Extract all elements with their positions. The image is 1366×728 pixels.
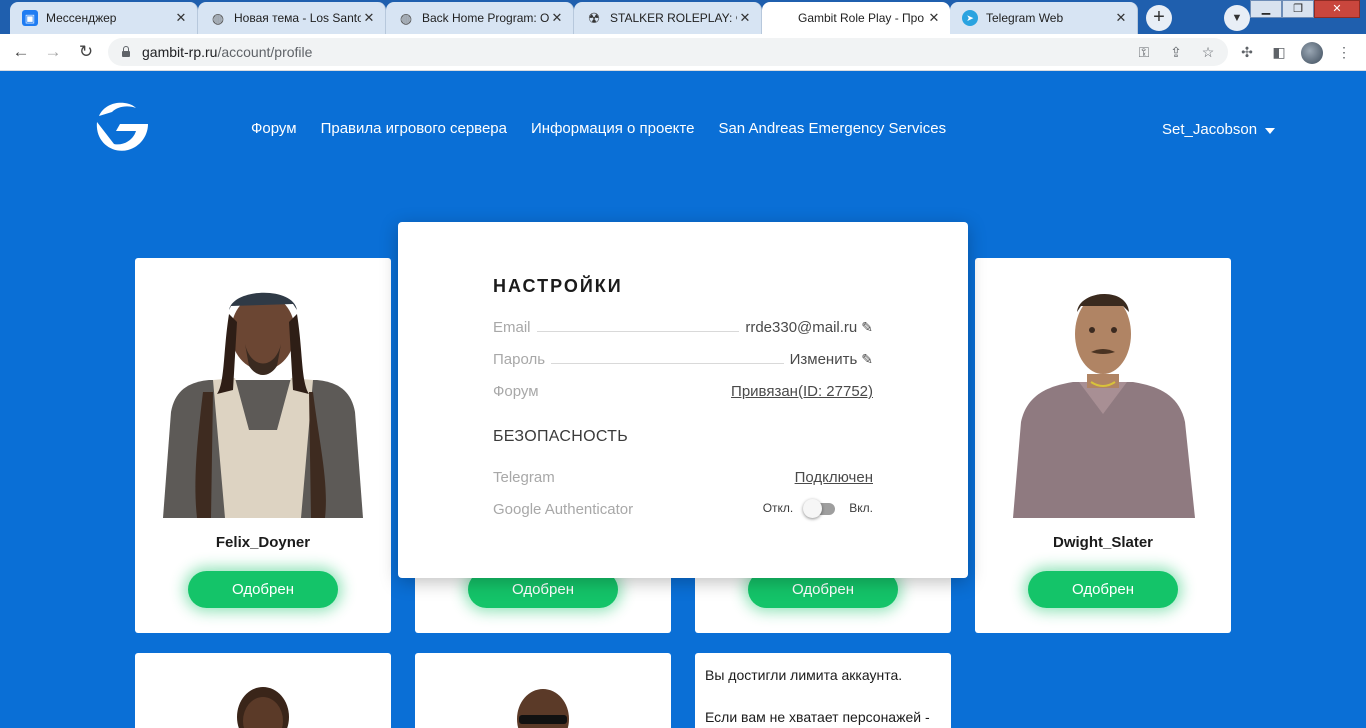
new-tab-button[interactable]: + bbox=[1146, 5, 1172, 31]
share-icon[interactable]: ⇪ bbox=[1166, 42, 1186, 62]
forum-label: Форум bbox=[493, 383, 539, 400]
email-label: Email bbox=[493, 319, 531, 336]
tab-title: STALKER ROLEPLAY: Фо bbox=[610, 11, 737, 25]
minimize-icon[interactable]: ▁ bbox=[1250, 0, 1282, 18]
browser-tab[interactable]: ☢ STALKER ROLEPLAY: Фо ✕ bbox=[574, 2, 762, 34]
status-badge[interactable]: Одобрен bbox=[1028, 571, 1178, 608]
forward-icon[interactable]: → bbox=[41, 40, 65, 64]
google-authenticator-row: Google Authenticator Откл. Вкл. bbox=[493, 496, 873, 518]
toggle-off-label: Откл. bbox=[762, 501, 794, 515]
globe-icon: ◍ bbox=[211, 9, 225, 26]
browser-tab-active[interactable]: Gambit Role Play - Про ✕ bbox=[762, 2, 950, 34]
close-icon[interactable]: ✕ bbox=[173, 10, 189, 26]
email-value: rrde330@mail.ru bbox=[745, 319, 858, 336]
limit-card: Вы достигли лимита аккаунта. Если вам не… bbox=[695, 653, 951, 728]
edit-email-icon[interactable]: ✎ bbox=[861, 319, 873, 336]
lock-icon[interactable] bbox=[120, 46, 132, 58]
close-icon[interactable]: ✕ bbox=[737, 10, 753, 26]
close-icon[interactable]: ✕ bbox=[361, 10, 377, 26]
tab-title: Мессенджер bbox=[46, 11, 117, 25]
nav-link-project-info[interactable]: Информация о проекте bbox=[531, 120, 694, 137]
extensions-icon[interactable]: ✣ bbox=[1237, 42, 1257, 62]
nav-link-forum[interactable]: Форум bbox=[251, 120, 297, 137]
browser-tab[interactable]: ▣ Мессенджер ✕ bbox=[10, 2, 198, 34]
character-name: Dwight_Slater bbox=[1052, 534, 1154, 551]
radiation-icon: ☢ bbox=[587, 9, 601, 26]
url-host: gambit-rp.ru bbox=[142, 44, 218, 60]
browser-tabstrip: ▣ Мессенджер ✕ ◍ Новая тема - Los Santos… bbox=[0, 0, 1366, 34]
back-icon[interactable]: ← bbox=[9, 40, 33, 64]
caret-down-icon bbox=[1265, 128, 1276, 134]
gambit-icon bbox=[774, 10, 790, 26]
row-divider bbox=[551, 363, 784, 364]
password-row: Пароль Изменить ✎ bbox=[493, 346, 873, 368]
browser-tab[interactable]: ➤ Telegram Web ✕ bbox=[950, 2, 1138, 34]
tab-title: Новая тема - Los Santos bbox=[234, 11, 361, 25]
tab-search-button[interactable]: ▼ bbox=[1224, 5, 1250, 31]
nav-link-saes[interactable]: San Andreas Emergency Services bbox=[718, 120, 946, 137]
character-portrait bbox=[163, 292, 363, 518]
browser-toolbar: ← → ↻ gambit-rp.ru/account/profile ⚿ ⇪ ☆… bbox=[0, 34, 1366, 71]
key-icon[interactable]: ⚿ bbox=[1134, 42, 1154, 62]
profile-avatar[interactable] bbox=[1301, 42, 1323, 64]
telegram-link[interactable]: Подключен bbox=[795, 469, 873, 486]
edit-password-icon[interactable]: ✎ bbox=[861, 351, 873, 368]
user-menu[interactable]: Set_Jacobson bbox=[1162, 121, 1276, 138]
character-portrait bbox=[1013, 293, 1195, 518]
google-authenticator-toggle[interactable] bbox=[803, 499, 839, 518]
google-authenticator-control: Откл. Вкл. bbox=[762, 499, 873, 518]
site-nav: Форум Правила игрового сервера Информаци… bbox=[251, 120, 946, 137]
menu-icon[interactable]: ⋮ bbox=[1334, 42, 1354, 62]
security-heading: БЕЗОПАСНОСТЬ bbox=[493, 428, 629, 445]
toggle-on-label: Вкл. bbox=[849, 501, 873, 515]
forum-row: Форум Привязан(ID: 27752) bbox=[493, 378, 873, 400]
telegram-icon: ➤ bbox=[962, 10, 978, 26]
character-portrait bbox=[517, 689, 569, 728]
password-label: Пароль bbox=[493, 351, 546, 368]
limit-message-line: Вы достигли лимита аккаунта. bbox=[705, 667, 903, 683]
star-icon[interactable]: ☆ bbox=[1198, 42, 1218, 62]
close-icon[interactable]: ✕ bbox=[549, 10, 565, 26]
close-icon[interactable]: ✕ bbox=[926, 10, 942, 26]
toggle-knob bbox=[803, 499, 823, 518]
limit-message-line: Если вам не хватает персонажей - bbox=[705, 709, 930, 725]
username: Set_Jacobson bbox=[1162, 121, 1258, 138]
reload-icon[interactable]: ↻ bbox=[74, 40, 98, 64]
url-path: /account/profile bbox=[217, 44, 313, 60]
browser-tab[interactable]: ◍ Back Home Program: О ✕ bbox=[386, 2, 574, 34]
character-card[interactable] bbox=[135, 653, 391, 728]
character-portrait bbox=[237, 687, 289, 728]
globe-icon: ◍ bbox=[399, 9, 413, 26]
character-name: Felix_Doyner bbox=[215, 534, 311, 551]
character-card[interactable]: Felix_Doyner Одобрен bbox=[135, 258, 391, 633]
address-bar[interactable]: gambit-rp.ru/account/profile bbox=[108, 38, 1228, 66]
status-badge[interactable]: Одобрен bbox=[188, 571, 338, 608]
email-row: Email rrde330@mail.ru ✎ bbox=[493, 314, 873, 336]
character-card[interactable]: Dwight_Slater Одобрен bbox=[975, 258, 1231, 633]
telegram-row: Telegram Подключен bbox=[493, 464, 873, 486]
side-panel-icon[interactable]: ◧ bbox=[1269, 42, 1289, 62]
settings-title: НАСТРОЙКИ bbox=[493, 276, 623, 296]
gambit-logo[interactable] bbox=[92, 98, 150, 154]
change-password-link[interactable]: Изменить bbox=[790, 351, 858, 368]
restore-icon[interactable]: ❐ bbox=[1282, 0, 1314, 18]
close-icon[interactable]: ✕ bbox=[1113, 10, 1129, 26]
forum-link[interactable]: Привязан(ID: 27752) bbox=[731, 383, 873, 400]
character-card[interactable] bbox=[415, 653, 671, 728]
limit-message: Вы достигли лимита аккаунта. Если вам не… bbox=[705, 665, 945, 728]
settings-modal: НАСТРОЙКИ Email rrde330@mail.ru ✎ Пароль… bbox=[398, 222, 968, 578]
messenger-icon: ▣ bbox=[22, 10, 38, 26]
row-divider bbox=[536, 331, 740, 332]
google-authenticator-label: Google Authenticator bbox=[493, 501, 634, 518]
tab-title: Gambit Role Play - Про bbox=[798, 11, 925, 25]
telegram-label: Telegram bbox=[493, 469, 555, 486]
browser-tab[interactable]: ◍ Новая тема - Los Santos ✕ bbox=[198, 2, 386, 34]
tab-title: Back Home Program: О bbox=[422, 11, 549, 25]
window-controls: ▁ ❐ ✕ bbox=[1250, 0, 1360, 18]
nav-link-server-rules[interactable]: Правила игрового сервера bbox=[321, 120, 507, 137]
tab-title: Telegram Web bbox=[986, 11, 1064, 25]
close-window-icon[interactable]: ✕ bbox=[1314, 0, 1360, 18]
